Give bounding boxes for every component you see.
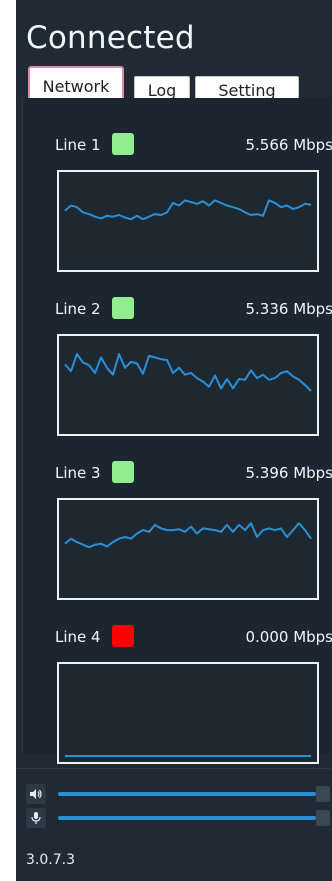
line-1-traffic-graph (57, 170, 319, 272)
audio-controls (26, 782, 332, 830)
window-left-edge (0, 0, 16, 881)
line-4-rate: 0.000 Mbps (245, 628, 332, 646)
line-1-traffic-svg (64, 199, 312, 221)
line-2-traffic-svg (64, 353, 312, 392)
line-2-traffic-graph (57, 334, 319, 436)
app-window: Connected Network Log Setting Line 1 5.5… (16, 0, 332, 881)
line-4-section: Line 4 0.000 Mbps (43, 624, 332, 764)
mic-volume-handle[interactable] (316, 810, 330, 826)
speaker-icon[interactable] (26, 784, 46, 804)
line-2-rate: 5.336 Mbps (245, 300, 332, 318)
traffic-line (64, 522, 312, 549)
panel-divider (16, 768, 332, 769)
line-3-status-indicator (112, 461, 134, 483)
microphone-icon[interactable] (26, 808, 46, 828)
traffic-line (64, 353, 312, 392)
line-3-section: Line 3 5.396 Mbps (43, 460, 332, 600)
line-1-label: Line 1 (55, 136, 101, 154)
speaker-volume-handle[interactable] (316, 786, 330, 802)
line-4-traffic-graph (57, 662, 319, 764)
line-3-traffic-graph (57, 498, 319, 600)
line-2-status-indicator (112, 297, 134, 319)
line-3-traffic-svg (64, 522, 312, 549)
line-4-status-indicator (112, 625, 134, 647)
mic-volume-slider[interactable] (58, 816, 316, 820)
network-panel: Line 1 5.566 Mbps Line 2 5.336 Mbps Line… (22, 98, 332, 764)
line-4-label: Line 4 (55, 628, 101, 646)
mic-control-row (26, 806, 332, 830)
line-2-section: Line 2 5.336 Mbps (43, 296, 332, 436)
line-2-label: Line 2 (55, 300, 101, 318)
speaker-control-row (26, 782, 332, 806)
line-1-section: Line 1 5.566 Mbps (43, 132, 332, 272)
connection-status-title: Connected (26, 20, 195, 56)
line-3-label: Line 3 (55, 464, 101, 482)
line-4-traffic-svg (65, 755, 311, 757)
line-1-rate: 5.566 Mbps (245, 136, 332, 154)
app-version: 3.0.7.3 (26, 852, 75, 868)
line-3-rate: 5.396 Mbps (245, 464, 332, 482)
speaker-volume-slider[interactable] (58, 792, 316, 796)
line-1-status-indicator (112, 133, 134, 155)
traffic-line (64, 199, 312, 221)
